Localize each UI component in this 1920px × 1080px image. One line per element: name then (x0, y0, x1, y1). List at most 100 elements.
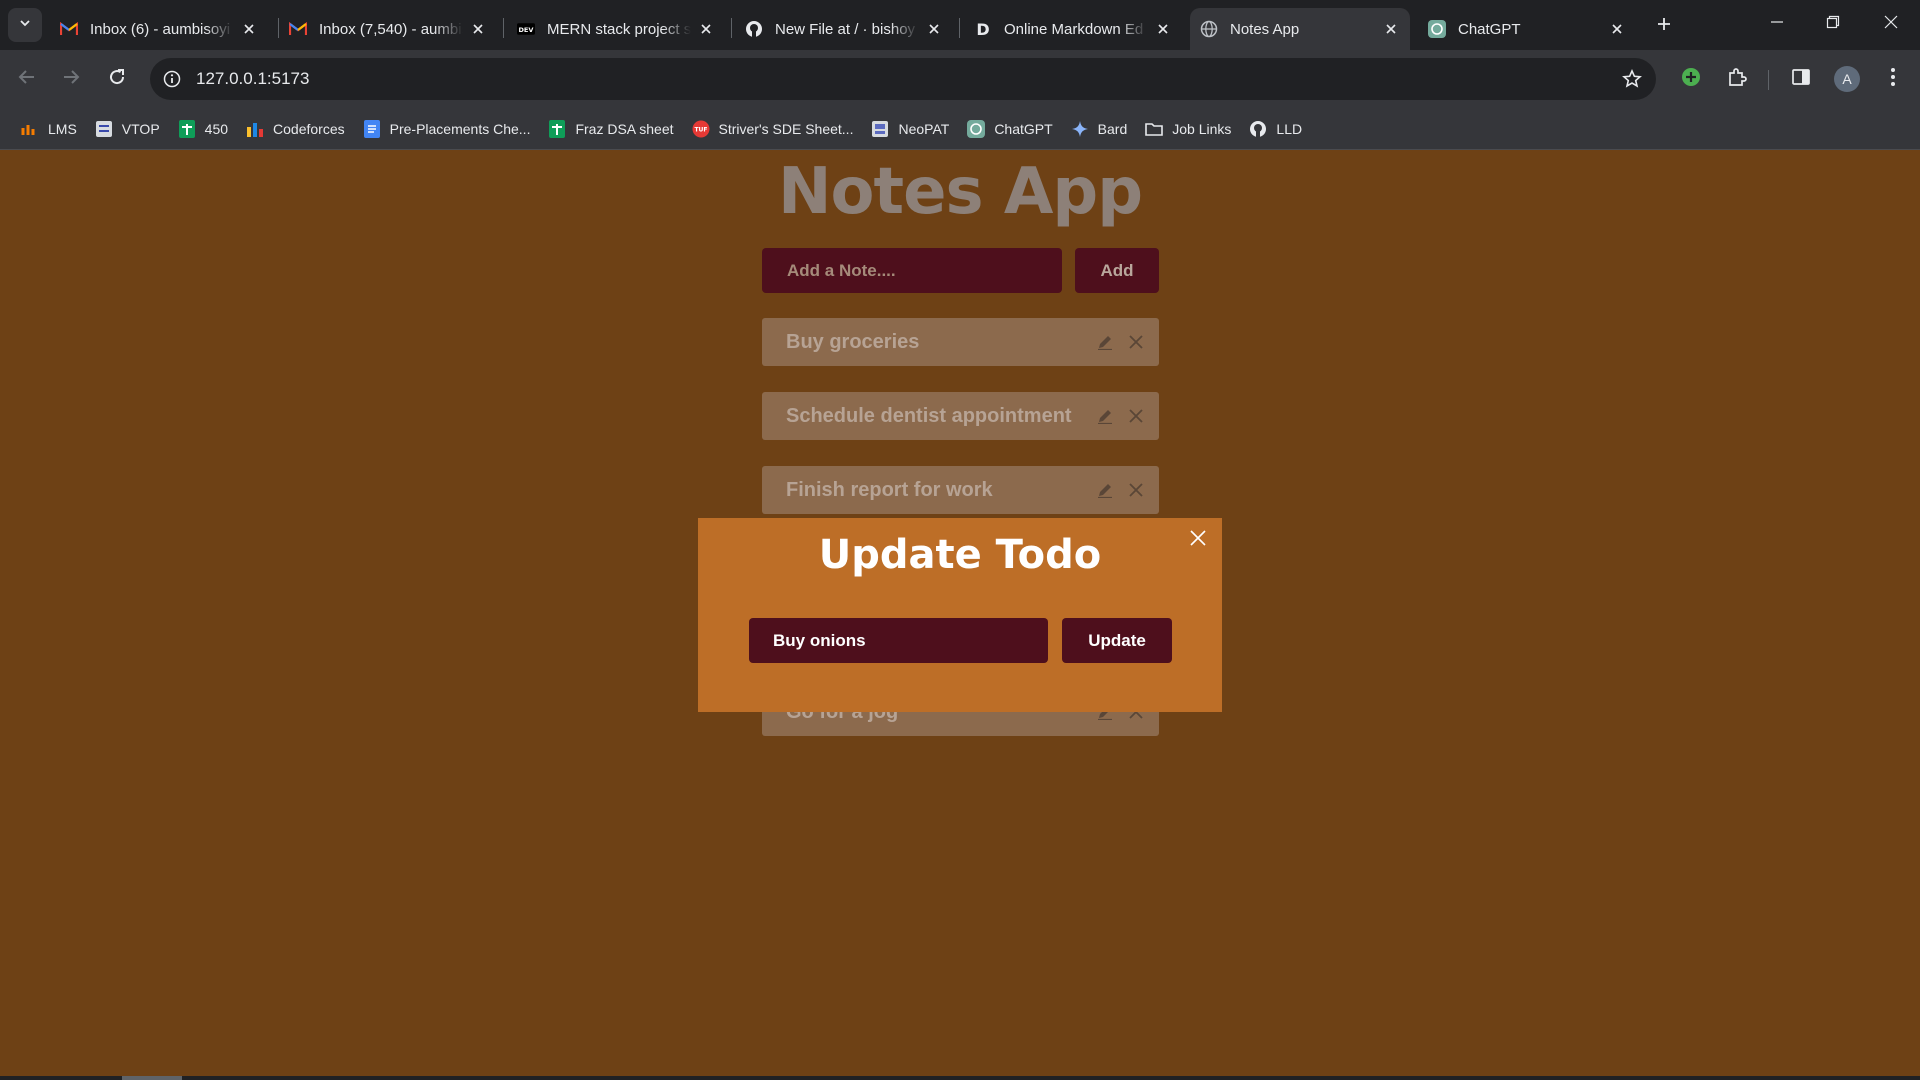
bookmark-chatgpt[interactable]: ChatGPT (958, 113, 1061, 145)
bookmark-450[interactable]: 450 (169, 113, 237, 145)
extensions-menu-button[interactable] (1720, 62, 1754, 96)
tab-title: New File at / · bishoy (775, 20, 916, 38)
globe-icon (1200, 20, 1218, 38)
sheets-icon (548, 119, 566, 138)
back-button[interactable] (10, 62, 44, 96)
scrollbar-thumb[interactable] (122, 1076, 182, 1080)
chatgpt-icon (967, 119, 986, 138)
gmail-icon (289, 20, 307, 38)
tuf-icon: TUF (692, 120, 710, 138)
plus-icon (1656, 16, 1672, 37)
github-icon (1249, 120, 1267, 138)
close-icon[interactable] (1125, 479, 1147, 501)
tab-separator (503, 18, 504, 38)
close-window-button[interactable] (1868, 6, 1914, 42)
bookmark-label: VTOP (121, 120, 160, 137)
pencil-icon[interactable] (1094, 331, 1116, 353)
update-todo-modal: Update Todo Update (698, 518, 1222, 712)
bookmark-codeforces[interactable]: Codeforces (237, 113, 354, 145)
note-text: Buy groceries (786, 330, 920, 353)
bookmark-label: NeoPAT (898, 120, 950, 137)
browser-toolbar: 127.0.0.1:5173 A (0, 50, 1920, 108)
bookmark-neopat[interactable]: NeoPAT (862, 113, 958, 145)
tab-separator (731, 18, 732, 38)
bookmarks-bar: LMS VTOP 450 Codeforces Pre-Placements C… (0, 108, 1920, 150)
restore-icon (1826, 15, 1840, 34)
note-text: Schedule dentist appointment (786, 404, 1072, 427)
close-icon[interactable] (469, 20, 487, 38)
bookmark-label: Bard (1097, 120, 1128, 137)
note-text: Finish report for work (786, 478, 993, 501)
tab-chatgpt[interactable]: ChatGPT (1418, 8, 1636, 50)
svg-text:TUF: TUF (694, 126, 707, 133)
tab-strip: Inbox (6) - aumbisoyi Inbox (7,540) - au… (0, 0, 1920, 50)
side-panel-button[interactable] (1784, 62, 1818, 96)
minimize-button[interactable] (1754, 6, 1800, 42)
docs-icon (363, 119, 381, 138)
update-button[interactable]: Update (1062, 618, 1172, 663)
reload-button[interactable] (100, 62, 134, 96)
tab-markdown-editor[interactable]: D Online Markdown Ed (964, 8, 1182, 50)
pencil-icon[interactable] (1094, 479, 1116, 501)
extension-button[interactable] (1674, 62, 1708, 96)
extension-plus-icon (1680, 66, 1702, 93)
vtop-icon (95, 120, 113, 138)
list-item: Schedule dentist appointment (762, 392, 1159, 440)
forward-button[interactable] (54, 62, 88, 96)
codeforces-icon (246, 120, 264, 138)
add-note-input[interactable] (762, 248, 1062, 293)
close-icon[interactable] (925, 20, 943, 38)
bookmark-label: LMS (48, 120, 77, 137)
bookmark-label: Job Links (1172, 120, 1232, 137)
restore-button[interactable] (1810, 6, 1856, 42)
bookmark-pre-placements[interactable]: Pre-Placements Che... (354, 113, 540, 145)
tab-title: Online Markdown Ed (1004, 20, 1144, 38)
bookmark-folder-job-links[interactable]: Job Links (1136, 113, 1240, 145)
bookmark-bard[interactable]: Bard (1062, 113, 1137, 145)
side-panel-icon (1791, 67, 1811, 92)
address-bar[interactable]: 127.0.0.1:5173 (150, 58, 1656, 100)
tab-notes-app[interactable]: Notes App (1190, 8, 1410, 50)
sheets-icon (178, 119, 196, 138)
avatar: A (1834, 66, 1860, 92)
chrome-menu-button[interactable] (1876, 62, 1910, 96)
page-viewport: Notes App Add Buy groceries Schedule den… (0, 150, 1920, 1080)
close-icon[interactable] (697, 20, 715, 38)
tab-gmail-inbox-6[interactable]: Inbox (6) - aumbisoyi (50, 8, 268, 50)
tab-title: ChatGPT (1458, 20, 1521, 38)
profile-button[interactable]: A (1830, 62, 1864, 96)
tab-title: Inbox (7,540) - aumbisoyi (319, 20, 463, 38)
bookmark-vtop[interactable]: VTOP (86, 113, 169, 145)
gmail-icon (60, 20, 78, 38)
url-text: 127.0.0.1:5173 (196, 69, 310, 88)
info-icon[interactable] (160, 67, 184, 91)
tab-title: Notes App (1230, 20, 1300, 38)
list-item: Finish report for work (762, 466, 1159, 514)
update-todo-input[interactable] (749, 618, 1048, 663)
close-icon[interactable] (1154, 20, 1172, 38)
bookmark-lms[interactable]: LMS (12, 113, 86, 145)
add-note-form: Add (762, 248, 1159, 293)
arrow-left-icon (18, 68, 36, 91)
reload-icon (108, 68, 126, 91)
bookmark-fraz-dsa[interactable]: Fraz DSA sheet (539, 113, 682, 145)
close-icon[interactable] (1125, 405, 1147, 427)
puzzle-icon (1726, 66, 1748, 93)
tab-gmail-inbox-7540[interactable]: Inbox (7,540) - aumbisoyi (279, 8, 497, 50)
close-icon[interactable] (240, 20, 258, 38)
bookmark-label: LLD (1276, 120, 1303, 137)
pencil-icon[interactable] (1094, 405, 1116, 427)
close-icon[interactable] (1608, 20, 1626, 38)
github-icon (745, 20, 763, 38)
tab-search-button[interactable] (8, 8, 42, 42)
add-button[interactable]: Add (1075, 248, 1159, 293)
star-icon[interactable] (1620, 67, 1644, 91)
bookmark-label: 450 (204, 120, 229, 137)
close-icon[interactable] (1125, 331, 1147, 353)
bookmark-lld[interactable]: LLD (1240, 113, 1311, 145)
tab-dev-mern[interactable]: DEV MERN stack project s (507, 8, 725, 50)
new-tab-button[interactable] (1650, 12, 1678, 40)
bookmark-striver-sde[interactable]: TUF Striver's SDE Sheet... (683, 113, 863, 145)
tab-github-new-file[interactable]: New File at / · bishoy (735, 8, 953, 50)
close-icon[interactable] (1382, 20, 1400, 38)
